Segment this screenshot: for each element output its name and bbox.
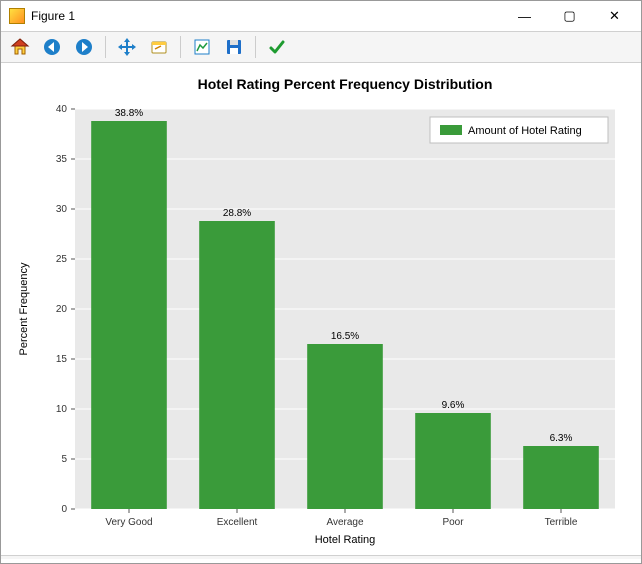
home-icon (10, 37, 30, 57)
minimize-button[interactable]: — (502, 2, 547, 30)
window-buttons: — ▢ ✕ (502, 2, 637, 30)
arrow-left-icon (42, 37, 62, 57)
bar-value-label: 38.8% (115, 108, 143, 119)
bar (415, 413, 491, 509)
subplots-button[interactable] (189, 34, 215, 60)
y-axis-label: Percent Frequency (18, 262, 30, 355)
y-tick-label: 5 (61, 454, 67, 465)
toolbar-divider (180, 36, 181, 58)
arrow-right-icon (74, 37, 94, 57)
bar-value-label: 28.8% (223, 208, 251, 219)
check-icon (267, 37, 287, 57)
bar-value-label: 9.6% (442, 400, 465, 411)
y-tick-label: 40 (56, 104, 68, 115)
status-bar (1, 555, 641, 559)
y-tick-label: 30 (56, 204, 68, 215)
x-tick-label: Excellent (217, 517, 258, 528)
y-tick-label: 15 (56, 354, 68, 365)
y-tick-label: 35 (56, 154, 68, 165)
maximize-button[interactable]: ▢ (547, 2, 592, 30)
figure-canvas[interactable]: 0 5 10 15 20 25 30 35 40 38.8% Very Good 28.8% Excel… (1, 63, 641, 559)
forward-button[interactable] (71, 34, 97, 60)
subplots-icon (192, 37, 212, 57)
app-icon (9, 8, 25, 24)
minimize-icon: — (518, 9, 531, 24)
save-icon (224, 37, 244, 57)
bar (307, 344, 383, 509)
titlebar: Figure 1 — ▢ ✕ (1, 1, 641, 31)
x-tick-label: Average (326, 517, 364, 528)
toolbar-divider (255, 36, 256, 58)
zoom-icon (149, 37, 169, 57)
chart: 0 5 10 15 20 25 30 35 40 38.8% Very Good 28.8% Excel… (1, 63, 641, 555)
legend-label: Amount of Hotel Rating (468, 125, 582, 137)
edit-button[interactable] (264, 34, 290, 60)
legend-swatch (440, 125, 462, 135)
y-tick-label: 0 (61, 504, 67, 515)
x-tick-label: Terrible (545, 517, 578, 528)
x-tick-label: Poor (442, 517, 464, 528)
home-button[interactable] (7, 34, 33, 60)
bar-value-label: 16.5% (331, 331, 359, 342)
pan-button[interactable] (114, 34, 140, 60)
close-button[interactable]: ✕ (592, 2, 637, 30)
x-tick-label: Very Good (105, 517, 152, 528)
zoom-button[interactable] (146, 34, 172, 60)
toolbar (1, 31, 641, 63)
bar (91, 121, 167, 509)
y-tick-label: 20 (56, 304, 68, 315)
toolbar-divider (105, 36, 106, 58)
maximize-icon: ▢ (563, 8, 575, 24)
y-tick-label: 10 (56, 404, 68, 415)
bar (199, 221, 275, 509)
bar-value-label: 6.3% (550, 433, 573, 444)
back-button[interactable] (39, 34, 65, 60)
x-axis-label: Hotel Rating (315, 534, 376, 546)
bar (523, 446, 599, 509)
close-icon: ✕ (609, 8, 620, 24)
move-icon (117, 37, 137, 57)
window-title: Figure 1 (31, 9, 502, 23)
chart-title: Hotel Rating Percent Frequency Distribut… (198, 76, 493, 92)
save-button[interactable] (221, 34, 247, 60)
y-tick-label: 25 (56, 254, 68, 265)
